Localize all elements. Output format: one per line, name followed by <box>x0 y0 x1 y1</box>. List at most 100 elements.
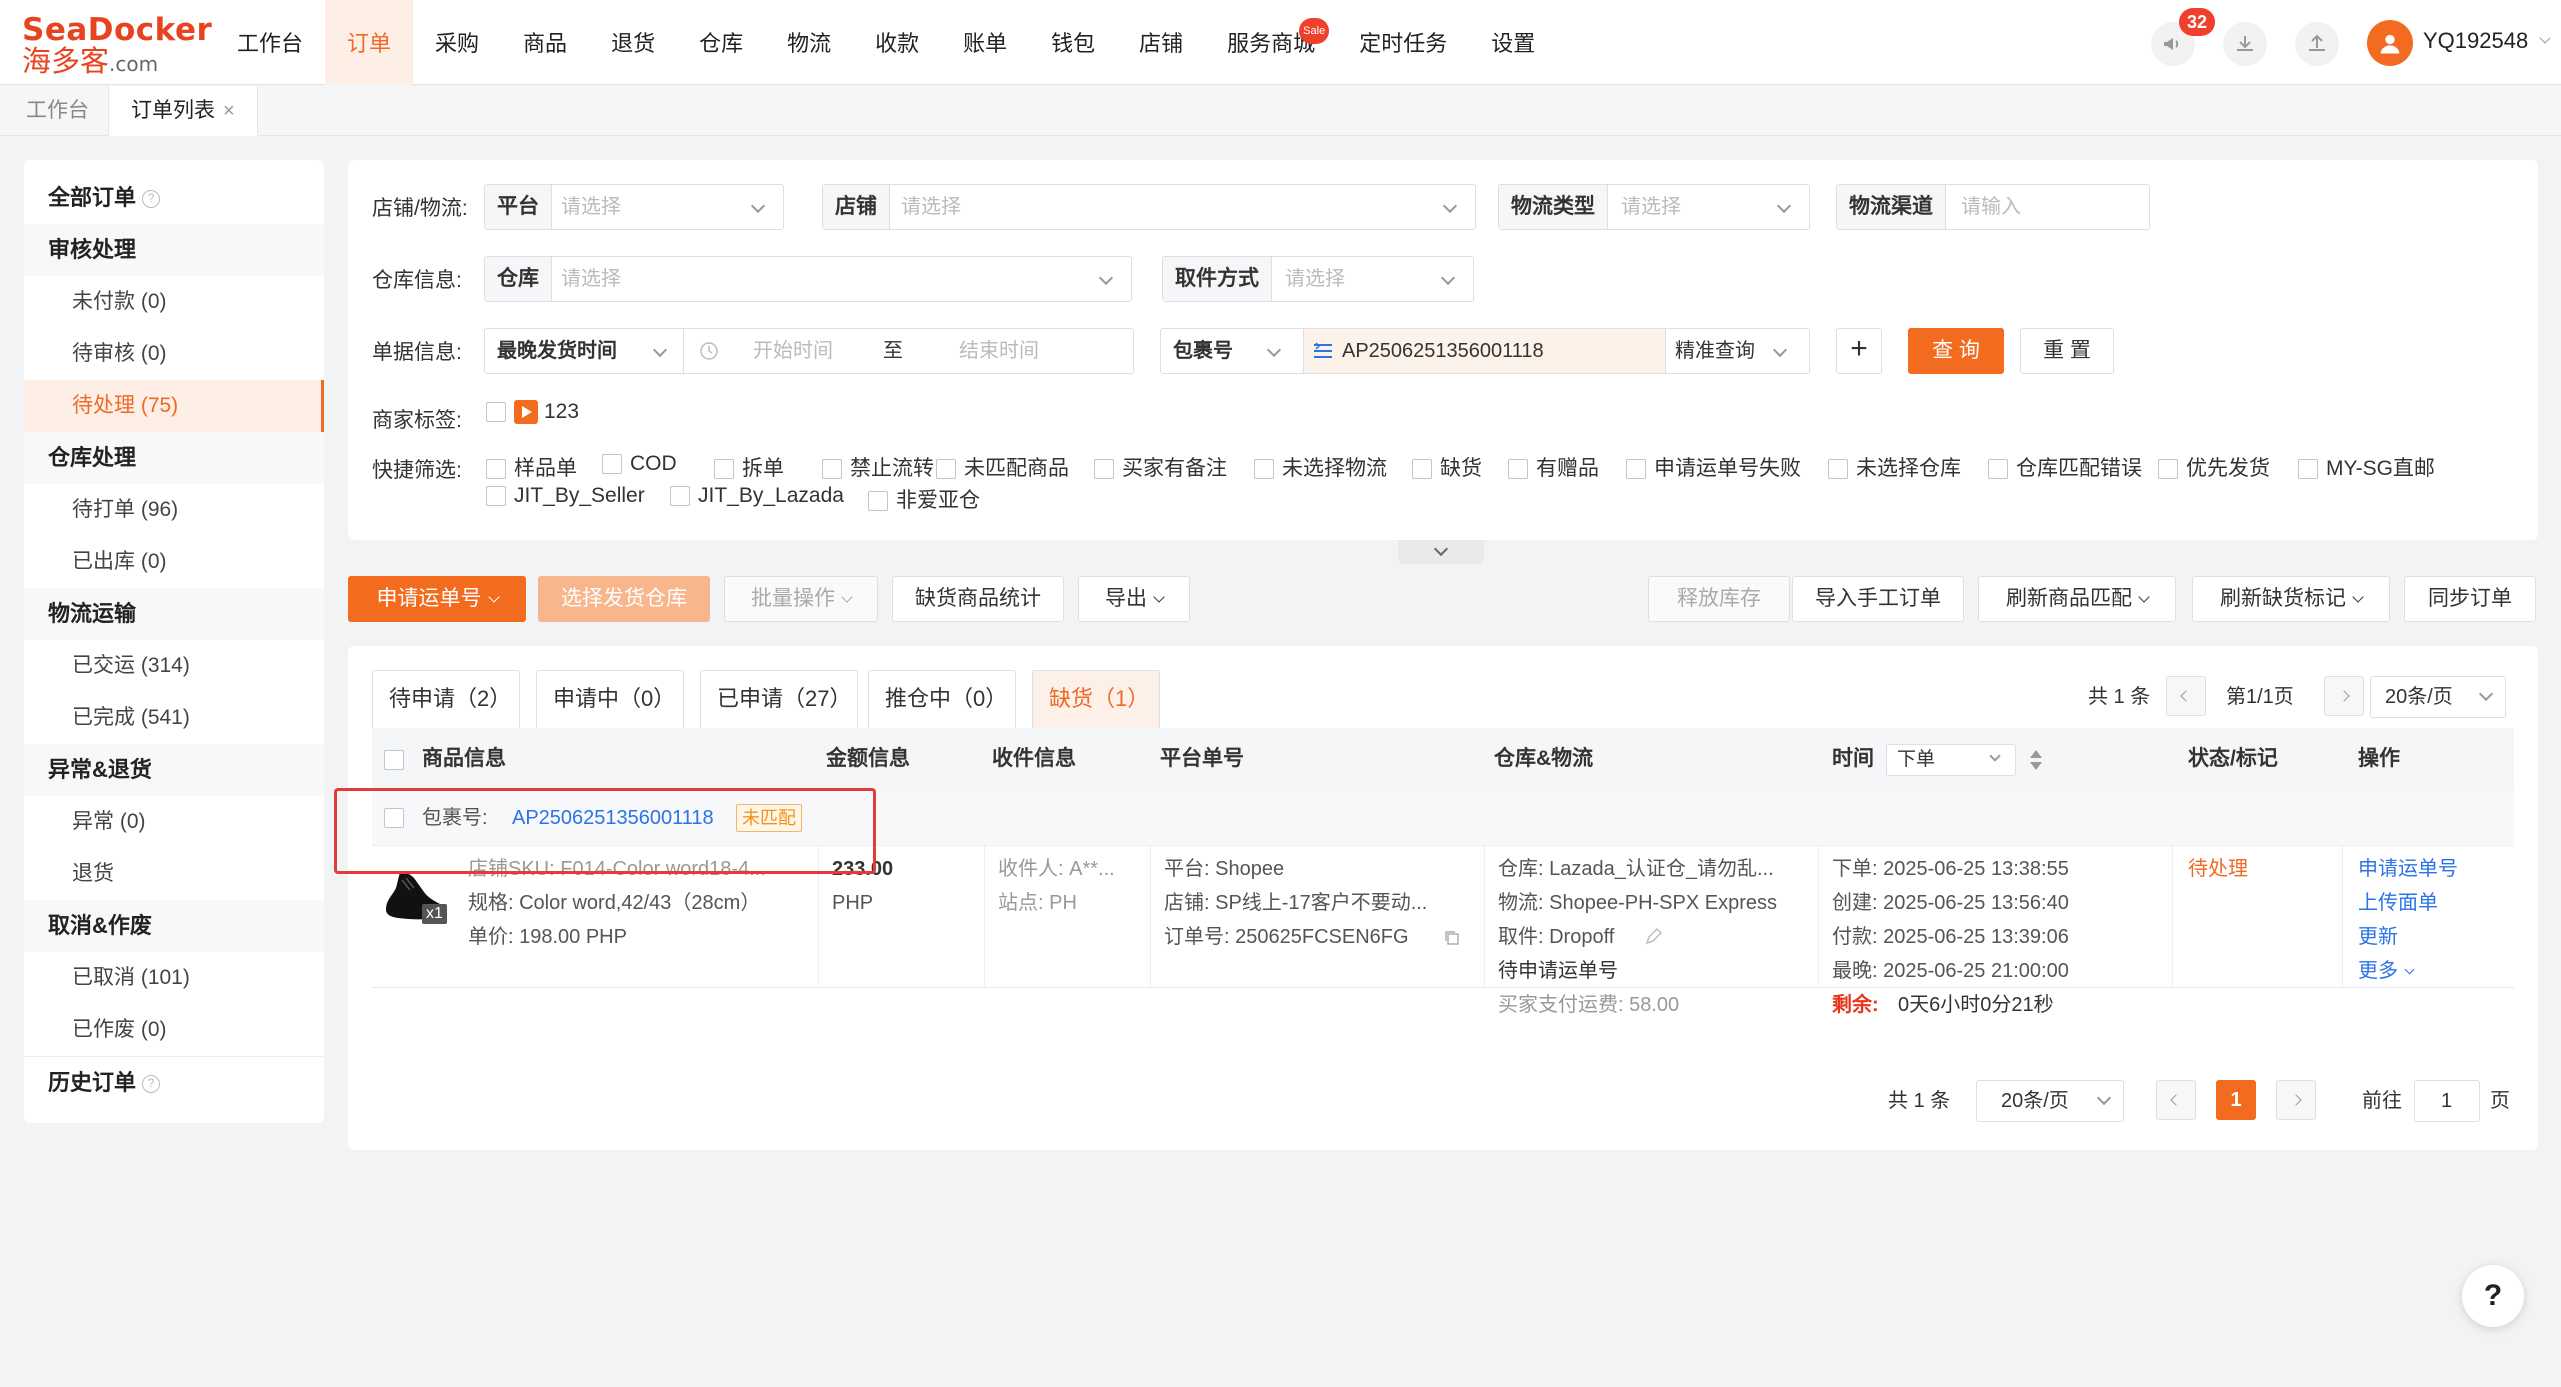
edit-icon[interactable] <box>1644 928 1662 946</box>
nav-item-8[interactable]: 账单 <box>941 0 1029 85</box>
sidebar-item-3-0[interactable]: 已交运 (314) <box>24 640 324 692</box>
package-type-select[interactable]: 包裹号 <box>1173 329 1233 373</box>
user-menu-chevron-icon[interactable] <box>2539 32 2551 44</box>
merchant-tag-checkbox[interactable]: 123 <box>486 400 579 425</box>
quick-filter-quick_row1-3[interactable]: 禁止流转 <box>822 452 934 482</box>
platform-select[interactable]: 平台 请选择 <box>484 184 784 230</box>
quick-filter-quick_row1-2[interactable]: 拆单 <box>714 452 784 482</box>
nav-item-10[interactable]: 店铺 <box>1117 0 1205 85</box>
quick-filter-quick_row1-13[interactable]: MY-SG直邮 <box>2298 452 2435 482</box>
checkbox[interactable] <box>486 402 506 423</box>
quick-filter-quick_row2-0[interactable]: JIT_By_Seller <box>486 484 645 508</box>
quick-filter-quick_row2-2[interactable]: 非爱亚仓 <box>868 484 980 514</box>
quick-filter-quick_row1-9[interactable]: 申请运单号失败 <box>1626 452 1801 482</box>
checkbox[interactable] <box>1508 459 1528 480</box>
start-time-input[interactable]: 开始时间 <box>753 329 833 373</box>
sidebar-group-6[interactable]: 历史订单? <box>24 1056 324 1108</box>
shop-select[interactable]: 店铺 请选择 <box>822 184 1476 230</box>
package-number-input[interactable]: AP2506251356001118 <box>1303 329 1665 373</box>
quick-filter-quick_row1-0[interactable]: 样品单 <box>486 452 577 482</box>
close-icon[interactable]: × <box>223 100 235 122</box>
checkbox[interactable] <box>486 486 506 507</box>
nav-item-3[interactable]: 商品 <box>501 0 589 85</box>
refresh-product-match-button[interactable]: 刷新商品匹配 <box>1978 576 2176 622</box>
checkbox[interactable] <box>868 491 888 512</box>
bottom-page-size-select[interactable]: 20条/页 <box>1976 1080 2124 1122</box>
select-warehouse-button[interactable]: 选择发货仓库 <box>538 576 710 622</box>
sidebar-group-3[interactable]: 物流运输 <box>24 588 324 640</box>
sidebar-group-5[interactable]: 取消&作废 <box>24 900 324 952</box>
quick-filter-quick_row1-11[interactable]: 仓库匹配错误 <box>1988 452 2142 482</box>
checkbox[interactable] <box>2158 459 2178 480</box>
op-update-link[interactable]: 更新 <box>2358 920 2398 954</box>
quick-filter-quick_row1-10[interactable]: 未选择仓库 <box>1828 452 1961 482</box>
nav-item-13[interactable]: 设置 <box>1469 0 1557 85</box>
checkbox[interactable] <box>822 459 842 480</box>
pickup-method-select[interactable]: 取件方式 请选择 <box>1162 256 1474 302</box>
collapse-filter-toggle[interactable] <box>1398 540 1484 564</box>
sidebar-item-1-2[interactable]: 待处理 (75) <box>24 380 324 432</box>
bottom-prev-page-button[interactable] <box>2156 1080 2196 1120</box>
quick-filter-quick_row2-1[interactable]: JIT_By_Lazada <box>670 484 844 508</box>
checkbox[interactable] <box>1254 459 1274 480</box>
nav-item-1[interactable]: 订单 <box>325 0 414 85</box>
nav-item-9[interactable]: 钱包 <box>1029 0 1117 85</box>
quick-filter-quick_row1-7[interactable]: 缺货 <box>1412 452 1482 482</box>
checkbox[interactable] <box>1094 459 1114 480</box>
download-button[interactable] <box>2223 22 2267 66</box>
status-tab-1[interactable]: 申请中（0） <box>536 670 684 728</box>
checkbox[interactable] <box>1988 459 2008 480</box>
sidebar-item-2-1[interactable]: 已出库 (0) <box>24 536 324 588</box>
quick-filter-quick_row1-12[interactable]: 优先发货 <box>2158 452 2270 482</box>
status-tab-2[interactable]: 已申请（27） <box>700 670 858 728</box>
match-mode-select[interactable]: 精准查询 <box>1675 329 1755 373</box>
checkbox[interactable] <box>714 459 734 480</box>
bottom-next-page-button[interactable] <box>2276 1080 2316 1120</box>
sidebar-item-4-0[interactable]: 异常 (0) <box>24 796 324 848</box>
prev-page-button[interactable] <box>2166 676 2206 716</box>
reset-button[interactable]: 重 置 <box>2020 328 2114 374</box>
warehouse-select[interactable]: 仓库 请选择 <box>484 256 1132 302</box>
page-tab-workbench[interactable]: 工作台 <box>4 86 111 136</box>
help-icon[interactable]: ? <box>142 190 161 209</box>
logistics-type-select[interactable]: 物流类型 请选择 <box>1498 184 1810 230</box>
quick-filter-quick_row1-4[interactable]: 未匹配商品 <box>936 452 1069 482</box>
checkbox[interactable] <box>936 459 956 480</box>
checkbox[interactable] <box>602 454 622 475</box>
sidebar-group-1[interactable]: 审核处理 <box>24 224 324 276</box>
sidebar-group-0[interactable]: 全部订单? <box>24 172 324 224</box>
sidebar-group-4[interactable]: 异常&退货 <box>24 744 324 796</box>
page-size-select[interactable]: 20条/页 <box>2370 676 2506 718</box>
checkbox[interactable] <box>2298 459 2318 480</box>
refresh-stockout-mark-button[interactable]: 刷新缺货标记 <box>2192 576 2390 622</box>
search-button[interactable]: 查 询 <box>1908 328 2004 374</box>
copy-icon[interactable] <box>1444 930 1460 946</box>
current-page-button[interactable]: 1 <box>2216 1080 2256 1120</box>
quick-filter-quick_row1-5[interactable]: 买家有备注 <box>1094 452 1227 482</box>
sync-orders-button[interactable]: 同步订单 <box>2404 576 2536 622</box>
nav-item-11[interactable]: 服务商城 Sale <box>1205 0 1337 85</box>
export-button[interactable]: 导出 <box>1078 576 1190 622</box>
quick-filter-quick_row1-1[interactable]: COD <box>602 452 677 476</box>
sidebar-item-4-1[interactable]: 退货 <box>24 848 324 900</box>
batch-operation-button[interactable]: 批量操作 <box>724 576 878 622</box>
time-range-picker[interactable]: 最晚发货时间 开始时间 至 结束时间 <box>484 328 1134 374</box>
nav-item-7[interactable]: 收款 <box>853 0 941 85</box>
next-page-button[interactable] <box>2324 676 2364 716</box>
stockout-stats-button[interactable]: 缺货商品统计 <box>892 576 1064 622</box>
sidebar-item-1-0[interactable]: 未付款 (0) <box>24 276 324 328</box>
sidebar-item-5-0[interactable]: 已取消 (101) <box>24 952 324 1004</box>
release-stock-button[interactable]: 释放库存 <box>1648 576 1790 622</box>
apply-waybill-button[interactable]: 申请运单号 <box>348 576 526 622</box>
add-filter-button[interactable]: + <box>1836 328 1882 374</box>
checkbox[interactable] <box>1626 459 1646 480</box>
help-button[interactable]: ? <box>2462 1265 2524 1327</box>
status-tab-0[interactable]: 待申请（2） <box>372 670 520 728</box>
time-type-select[interactable]: 最晚发货时间 <box>497 329 617 373</box>
brand-logo[interactable]: SeaDocker 海多客.com <box>22 14 212 76</box>
end-time-input[interactable]: 结束时间 <box>959 329 1039 373</box>
import-manual-order-button[interactable]: 导入手工订单 <box>1792 576 1964 622</box>
upload-button[interactable] <box>2295 22 2339 66</box>
sidebar-group-2[interactable]: 仓库处理 <box>24 432 324 484</box>
quick-filter-quick_row1-8[interactable]: 有赠品 <box>1508 452 1599 482</box>
